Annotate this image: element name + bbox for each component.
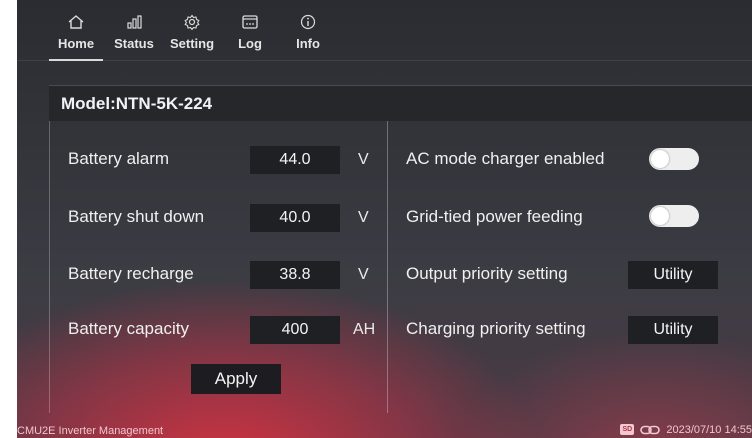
battery-alarm-input[interactable]: 44.0 [250,146,340,174]
battery-capacity-label: Battery capacity [68,319,189,338]
tab-label: Info [296,36,320,51]
battery-shutdown-input[interactable]: 40.0 [250,204,340,232]
battery-alarm-label: Battery alarm [68,149,170,168]
tab-status[interactable]: Status [105,6,163,58]
screen: Home Status Setting Log Info Model:NTN-5… [17,0,752,438]
info-icon [300,14,316,30]
battery-capacity-unit: AH [353,321,376,338]
nav-divider [17,60,752,61]
toggle-knob [651,207,669,225]
grid-tied-label: Grid-tied power feeding [406,207,583,226]
app-name: CMU2E Inverter Management [17,425,164,437]
log-icon [242,15,258,29]
tab-home[interactable]: Home [47,6,105,61]
output-priority-select[interactable]: Utility [628,261,718,289]
charging-priority-label: Charging priority setting [406,319,586,338]
settings-panel: Battery alarm 44.0 V Battery shut down 4… [49,121,752,413]
column-divider [387,121,388,413]
tab-info[interactable]: Info [279,6,337,58]
home-icon [68,15,84,29]
link-icon [640,425,661,434]
tab-label: Home [57,36,95,51]
battery-shutdown-unit: V [358,209,369,226]
tab-label: Log [238,36,262,51]
tab-label: Status [114,36,154,51]
battery-shutdown-label: Battery shut down [68,207,205,226]
toggle-knob [651,150,669,168]
ac-charger-toggle[interactable] [649,148,699,170]
tab-label: Setting [169,36,215,51]
battery-alarm-unit: V [358,151,369,168]
status-bar: SD 2023/07/10 14:55 [620,421,752,438]
charging-priority-select[interactable]: Utility [628,316,718,344]
grid-tied-toggle[interactable] [649,205,699,227]
bar-chart-icon [127,15,142,29]
tab-log[interactable]: Log [221,6,279,58]
output-priority-label: Output priority setting [406,264,568,283]
sd-card-icon: SD [620,424,635,435]
apply-button[interactable]: Apply [191,364,281,394]
top-nav: Home Status Setting Log Info [47,6,337,61]
datetime: 2023/07/10 14:55 [666,423,752,436]
tab-setting[interactable]: Setting [163,6,221,58]
model-title: Model:NTN-5K-224 [49,85,752,121]
battery-recharge-unit: V [358,266,369,283]
battery-recharge-label: Battery recharge [68,264,194,283]
gear-icon [184,14,200,30]
ac-charger-label: AC mode charger enabled [406,149,605,168]
battery-recharge-input[interactable]: 38.8 [250,261,340,289]
battery-capacity-input[interactable]: 400 [250,316,340,344]
